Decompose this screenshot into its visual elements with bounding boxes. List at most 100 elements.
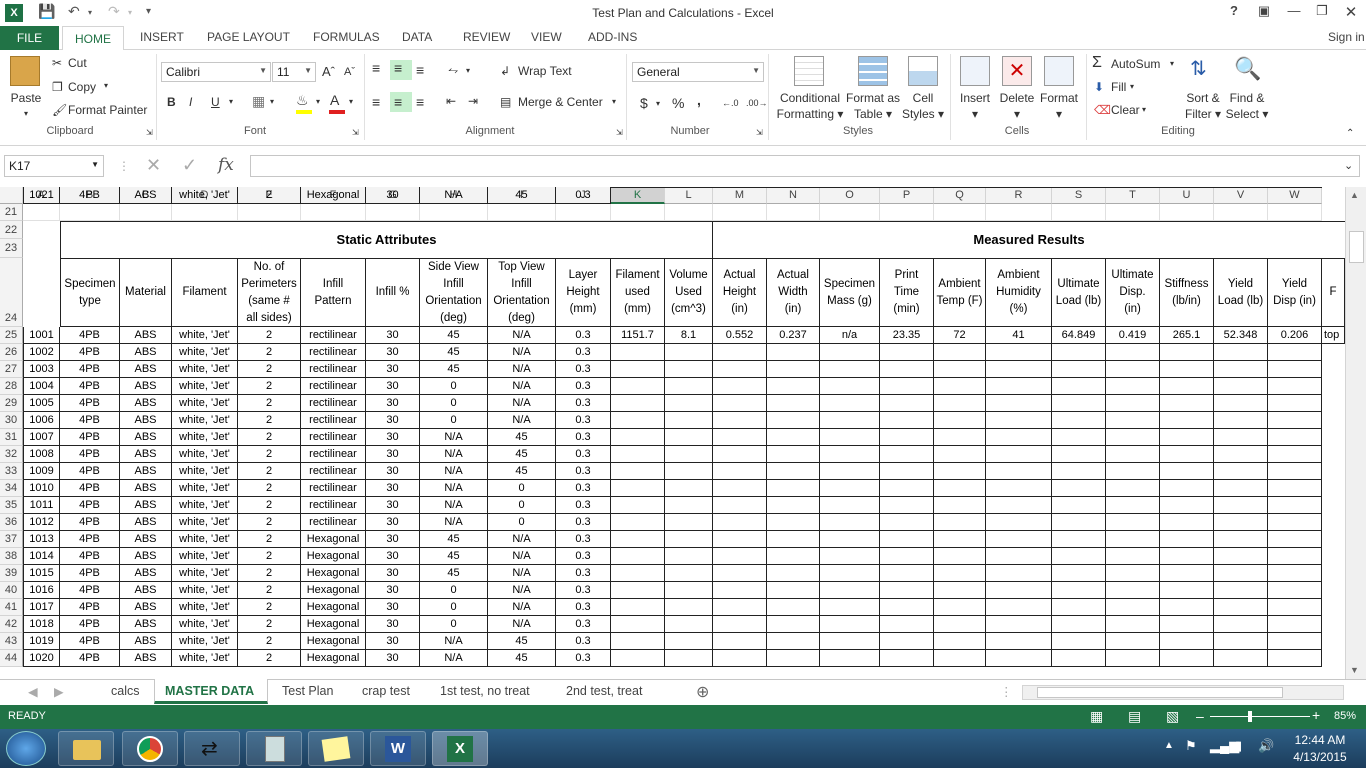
table-cell[interactable]: 45 (420, 361, 488, 378)
empty-cell[interactable] (665, 204, 713, 221)
table-cell[interactable] (934, 480, 986, 497)
table-cell[interactable]: white, 'Jet' (172, 650, 238, 667)
table-cell[interactable]: 1018 (23, 616, 60, 633)
table-cell[interactable]: 2 (238, 582, 301, 599)
table-cell[interactable] (1052, 446, 1106, 463)
table-cell[interactable] (986, 344, 1052, 361)
table-cell[interactable] (611, 582, 665, 599)
table-cell[interactable] (1214, 531, 1268, 548)
row-header[interactable]: 27 (0, 361, 23, 378)
table-cell[interactable]: white, 'Jet' (172, 582, 238, 599)
row-header[interactable]: 41 (0, 599, 23, 616)
table-cell[interactable] (820, 412, 880, 429)
table-cell[interactable] (767, 446, 820, 463)
table-cell[interactable]: Hexagonal (301, 582, 366, 599)
zoom-slider-thumb[interactable] (1248, 711, 1252, 722)
table-cell[interactable]: 45 (420, 548, 488, 565)
table-cell[interactable]: 0 (420, 616, 488, 633)
table-cell[interactable]: N/A (420, 429, 488, 446)
table-cell[interactable]: Hexagonal (301, 548, 366, 565)
table-cell[interactable] (611, 463, 665, 480)
table-cell[interactable]: 4PB (60, 616, 120, 633)
bold-button[interactable]: B (167, 95, 176, 109)
table-cell[interactable]: 30 (366, 582, 420, 599)
table-cell[interactable]: 0.3 (556, 480, 611, 497)
table-cell[interactable] (934, 378, 986, 395)
table-cell[interactable]: Hexagonal (301, 650, 366, 667)
table-cell[interactable]: 30 (366, 327, 420, 344)
table-cell[interactable]: 45 (420, 327, 488, 344)
table-cell[interactable] (934, 497, 986, 514)
number-format-combo[interactable]: General ▼ (632, 62, 764, 82)
row-header[interactable]: 24 (0, 258, 23, 327)
empty-cell[interactable] (172, 204, 238, 221)
table-cell[interactable]: N/A (420, 187, 488, 204)
table-cell[interactable]: 0 (420, 599, 488, 616)
table-cell[interactable]: 4PB (60, 187, 120, 204)
table-cell[interactable]: 8.1 (665, 327, 713, 344)
table-cell[interactable]: 2 (238, 514, 301, 531)
table-cell[interactable] (1160, 616, 1214, 633)
table-cell[interactable] (713, 361, 767, 378)
table-cell[interactable] (1214, 378, 1268, 395)
sheet-tab-2nd-test[interactable]: 2nd test, treat (566, 684, 642, 698)
table-cell[interactable] (1268, 514, 1322, 531)
table-cell[interactable] (1160, 378, 1214, 395)
table-cell[interactable] (665, 480, 713, 497)
table-cell[interactable]: 2 (238, 361, 301, 378)
table-cell[interactable] (1160, 599, 1214, 616)
table-cell[interactable] (820, 344, 880, 361)
table-cell[interactable] (1214, 412, 1268, 429)
table-cell[interactable]: 0.3 (556, 497, 611, 514)
table-cell[interactable] (665, 582, 713, 599)
table-cell[interactable]: 0.3 (556, 361, 611, 378)
fill-dropdown-icon[interactable]: ▾ (1130, 82, 1134, 91)
taskbar-chrome-icon[interactable] (122, 731, 178, 766)
table-cell[interactable]: 1005 (23, 395, 60, 412)
table-cell[interactable] (611, 480, 665, 497)
sheet-tab-crap-test[interactable]: crap test (362, 684, 410, 698)
table-cell[interactable] (1106, 565, 1160, 582)
row-header[interactable]: 23 (0, 239, 23, 258)
table-cell[interactable] (665, 514, 713, 531)
table-cell[interactable]: N/A (488, 548, 556, 565)
insert-button[interactable]: Insert ▾ (952, 90, 998, 122)
table-cell[interactable] (611, 531, 665, 548)
table-cell[interactable] (665, 599, 713, 616)
table-cell[interactable]: N/A (488, 565, 556, 582)
table-cell[interactable]: 30 (366, 633, 420, 650)
row-header[interactable]: 32 (0, 446, 23, 463)
table-cell[interactable]: Hexagonal (301, 599, 366, 616)
table-cell[interactable] (986, 361, 1052, 378)
underline-dropdown-icon[interactable]: ▾ (229, 97, 233, 106)
table-cell[interactable]: rectilinear (301, 514, 366, 531)
table-cell[interactable] (1268, 633, 1322, 650)
table-cell[interactable]: 2 (238, 548, 301, 565)
sort-filter-icon[interactable]: ⇅ (1190, 56, 1207, 81)
table-cell[interactable] (1160, 480, 1214, 497)
table-cell[interactable] (1160, 446, 1214, 463)
table-cell[interactable]: 1003 (23, 361, 60, 378)
table-cell[interactable]: N/A (420, 497, 488, 514)
table-cell[interactable] (767, 599, 820, 616)
table-cell[interactable] (611, 378, 665, 395)
table-cell[interactable]: ABS (120, 565, 172, 582)
table-cell[interactable]: N/A (488, 616, 556, 633)
table-cell[interactable]: 0.552 (713, 327, 767, 344)
table-cell[interactable] (713, 514, 767, 531)
conditional-formatting-button[interactable]: Conditional Formatting ▾ (770, 90, 850, 122)
table-cell[interactable]: 2 (238, 344, 301, 361)
table-cell[interactable] (880, 446, 934, 463)
table-cell[interactable]: 1021 (23, 187, 60, 204)
table-cell[interactable] (1160, 497, 1214, 514)
table-cell[interactable]: rectilinear (301, 412, 366, 429)
tray-flag-icon[interactable]: ⚑ (1185, 738, 1197, 754)
table-cell[interactable] (934, 599, 986, 616)
table-cell[interactable]: 2 (238, 531, 301, 548)
tab-data[interactable]: DATA (402, 30, 432, 44)
table-cell[interactable]: ABS (120, 480, 172, 497)
align-right-icon[interactable]: ≡ (416, 94, 424, 110)
table-cell[interactable] (1052, 378, 1106, 395)
table-cell[interactable]: ABS (120, 378, 172, 395)
table-cell[interactable]: 0.3 (556, 344, 611, 361)
